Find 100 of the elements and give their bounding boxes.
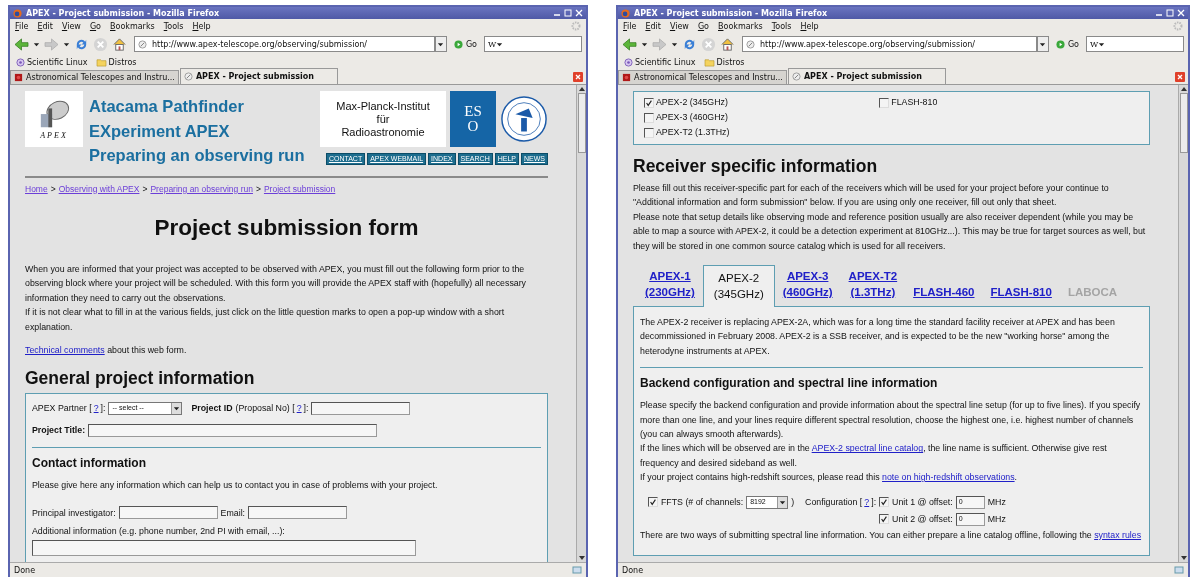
text-link[interactable]: syntax rules <box>1094 529 1142 540</box>
receiver-tab[interactable]: FLASH-460 <box>905 284 983 307</box>
text-field[interactable] <box>118 506 218 520</box>
menu-item[interactable]: View <box>669 21 689 31</box>
field-label: Email: <box>220 506 246 520</box>
field-label: Principal investigator: <box>32 506 116 520</box>
paragraph: Please fill out this receiver-specific part for each of the receivers which will be used for your project before your continue to "Additional information and form submission" below. If you are using only one receiver, fill out only that sheet. <box>633 182 1110 210</box>
browser-tab[interactable]: Astronomical Telescopes and Instru... <box>618 70 787 84</box>
down-arrow-icon[interactable] <box>577 554 586 562</box>
browser-tab[interactable]: APEX - Project submission <box>179 68 338 84</box>
receiver-tab[interactable]: FLASH-810 <box>982 284 1060 307</box>
address-field[interactable]: http://www.apex-telescope.org/observing/submission/ <box>742 36 1037 52</box>
breadcrumb-link[interactable]: Preparing an observing run <box>150 181 253 196</box>
breadcrumb-link[interactable]: Project submission <box>263 181 336 196</box>
page-title: Project submission form <box>153 213 420 242</box>
close-tab-icon[interactable] <box>1175 72 1185 82</box>
folder-icon <box>703 57 715 67</box>
subsection-heading: Backend configuration and spectral line information <box>640 375 939 393</box>
maximize-icon[interactable] <box>564 9 572 17</box>
go-button[interactable]: Go <box>1052 39 1082 49</box>
menu-item[interactable]: File <box>15 21 29 31</box>
bookmark-item[interactable]: Distros <box>95 57 137 67</box>
home-icon[interactable] <box>112 36 127 52</box>
menu-item[interactable]: Help <box>192 21 211 31</box>
section-heading: Receiver specific information <box>633 155 879 177</box>
menu-item[interactable]: View <box>61 21 81 31</box>
checkbox[interactable] <box>644 97 654 108</box>
search-field[interactable]: W <box>1086 36 1184 52</box>
field-label: ) <box>791 496 795 509</box>
paragraph: If your project contains high-redshift sources, please read this note on high-redshift observations. <box>640 471 1019 485</box>
down-arrow-icon[interactable] <box>1179 554 1188 562</box>
field-label: Project Title: <box>32 424 86 438</box>
menu-item[interactable]: Go <box>697 21 709 31</box>
receiver-tab[interactable]: APEX-2 (345GHz) <box>702 265 775 308</box>
up-arrow-icon[interactable] <box>1179 85 1188 93</box>
checkbox[interactable] <box>879 514 890 525</box>
help-link[interactable]: ? <box>93 401 99 416</box>
caret-icon <box>63 40 70 48</box>
scroll-thumb[interactable] <box>577 93 586 153</box>
bookmark-item[interactable]: Scientific Linux <box>624 57 696 67</box>
unit-label: MHz <box>987 496 1006 509</box>
menu-item[interactable]: Edit <box>645 21 661 31</box>
breadcrumb-link[interactable]: Observing with APEX <box>58 181 140 196</box>
close-icon[interactable] <box>1177 9 1185 17</box>
menu-item[interactable]: Help <box>800 21 819 31</box>
field-label: FFTS (# of channels: <box>661 496 744 509</box>
bookmark-item[interactable]: Scientific Linux <box>16 57 88 67</box>
breadcrumb-link[interactable]: Home <box>25 181 48 196</box>
checkbox[interactable] <box>879 497 890 508</box>
paragraph: Additional information (e.g. phone number, 2nd PI with email, ...): <box>32 524 286 538</box>
text-link[interactable]: Technical comments <box>25 344 105 355</box>
field-label: ]: <box>303 402 309 416</box>
search-field[interactable]: W <box>484 36 582 52</box>
home-icon[interactable] <box>720 36 735 52</box>
browser-tab[interactable]: Astronomical Telescopes and Instru... <box>10 70 179 84</box>
caret-icon <box>641 40 648 48</box>
checkbox[interactable] <box>644 127 654 138</box>
scrollbar[interactable] <box>576 85 586 562</box>
window-title: APEX - Project submission - Mozilla Firefox <box>634 8 828 18</box>
caret-icon <box>1039 40 1047 48</box>
address-field[interactable]: http://www.apex-telescope.org/observing/submission/ <box>134 36 435 52</box>
browser-tab[interactable]: APEX - Project submission <box>787 68 946 84</box>
back-arrow-icon[interactable] <box>14 37 29 51</box>
close-tab-icon[interactable] <box>573 72 583 82</box>
caret-icon <box>437 40 445 48</box>
scrollbar[interactable] <box>1178 85 1188 562</box>
menu-item[interactable]: Tools <box>771 21 792 31</box>
field-label: Project ID <box>191 402 233 416</box>
checkbox-label: FLASH-810 <box>891 96 938 110</box>
bookmark-item[interactable]: Distros <box>703 57 745 67</box>
back-arrow-icon[interactable] <box>622 37 637 51</box>
menu-item[interactable]: Bookmarks <box>110 21 155 31</box>
institute-logo-text: Max-Planck-Institut für Radioastronomie <box>320 91 446 147</box>
text-area[interactable] <box>32 540 416 557</box>
menu-item[interactable]: Bookmarks <box>718 21 763 31</box>
up-arrow-icon[interactable] <box>577 85 586 93</box>
text-field[interactable] <box>248 506 348 520</box>
site-title: Atacama Pathfinder <box>89 96 245 117</box>
text-field[interactable] <box>311 401 411 415</box>
receiver-tab[interactable]: APEX-3 (460GHz) <box>774 268 841 307</box>
close-icon[interactable] <box>575 9 583 17</box>
menu-item[interactable]: Tools <box>163 21 184 31</box>
go-button[interactable]: Go <box>450 39 480 49</box>
text-field[interactable] <box>88 423 378 437</box>
checkbox[interactable] <box>879 97 890 108</box>
help-link[interactable]: ? <box>296 401 302 416</box>
caret-icon <box>33 40 40 48</box>
receiver-tab[interactable]: APEX-1 (230GHz) <box>637 268 703 307</box>
play-circle-icon <box>1055 39 1065 49</box>
receiver-tab[interactable]: APEX-T2 (1.3THz) <box>840 268 906 307</box>
page-icon <box>746 39 755 49</box>
scroll-thumb[interactable] <box>1179 93 1188 153</box>
menu-item[interactable]: Edit <box>37 21 53 31</box>
maximize-icon[interactable] <box>1166 9 1174 17</box>
help-link[interactable]: ? <box>864 495 870 510</box>
checkbox[interactable] <box>644 112 654 123</box>
status-text: Done <box>622 565 644 575</box>
checkbox[interactable] <box>648 497 658 508</box>
menu-item[interactable]: Go <box>89 21 101 31</box>
menu-item[interactable]: File <box>623 21 637 31</box>
